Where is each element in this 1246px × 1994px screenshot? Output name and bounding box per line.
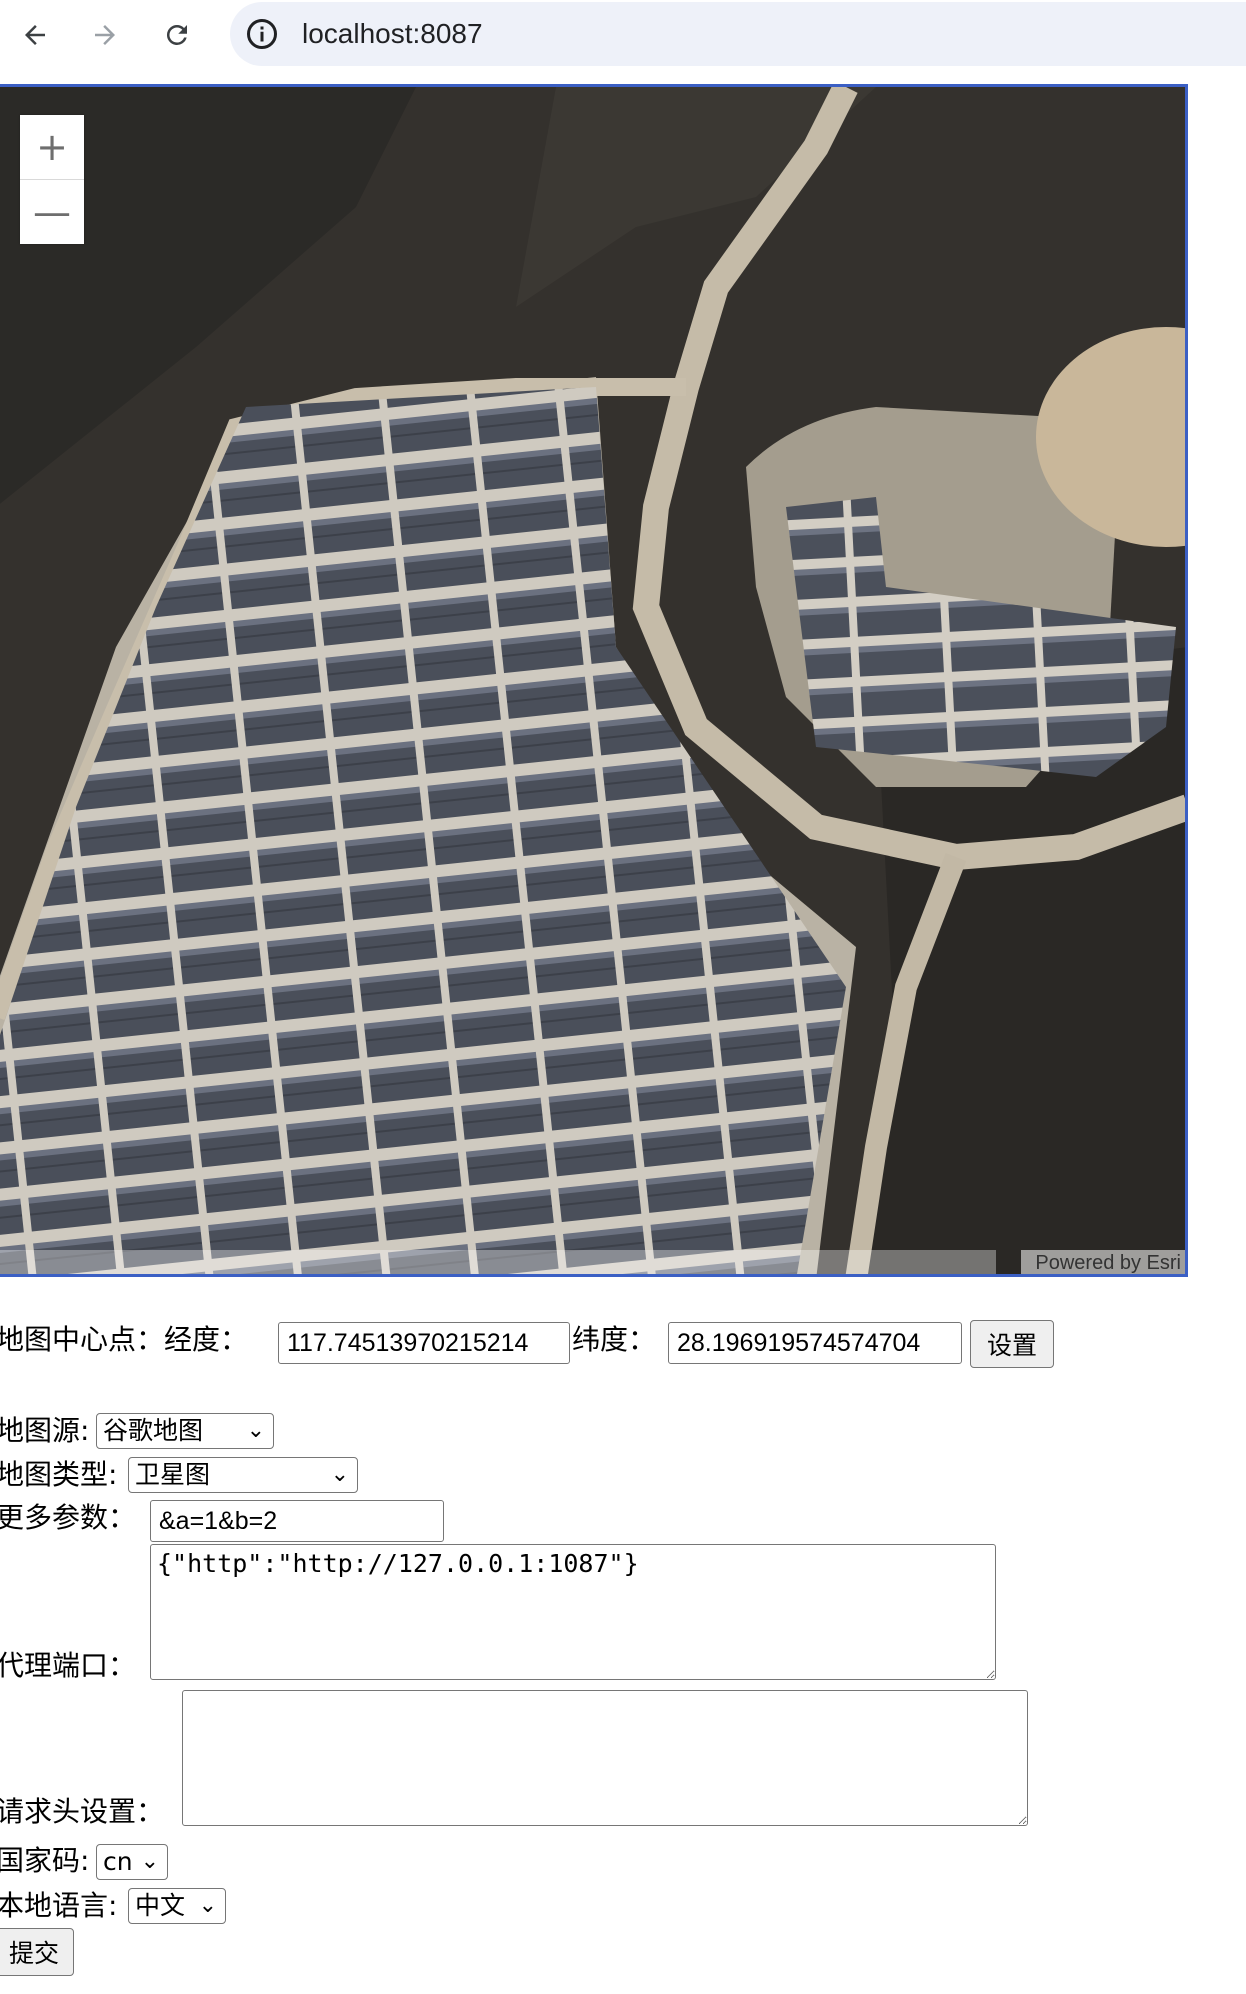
zoom-control: + — — [20, 115, 84, 244]
attribution-strip — [0, 1250, 996, 1274]
satellite-imagery — [0, 87, 1185, 1274]
forward-button[interactable] — [80, 10, 130, 60]
info-icon[interactable] — [244, 16, 280, 52]
map-source-value: 谷歌地图 — [103, 1416, 204, 1445]
set-center-button[interactable]: 设置 — [970, 1320, 1054, 1368]
address-bar[interactable]: localhost:8087 — [230, 2, 1246, 66]
map-type-select[interactable]: 卫星图 ⌄ — [128, 1457, 358, 1493]
language-value: 中文 — [135, 1891, 186, 1920]
headers-textarea[interactable] — [182, 1690, 1028, 1826]
country-label: 国家码: — [0, 1844, 90, 1877]
map-source-select[interactable]: 谷歌地图 ⌄ — [96, 1413, 274, 1449]
longitude-input[interactable] — [278, 1322, 570, 1364]
latitude-input[interactable] — [668, 1322, 962, 1364]
url-text: localhost:8087 — [302, 18, 483, 49]
chevron-down-icon: ⌄ — [140, 1849, 159, 1874]
map-source-label: 地图源: — [0, 1414, 90, 1447]
map-type-label: 地图类型: — [0, 1458, 118, 1491]
proxy-textarea[interactable]: {"http":"http://127.0.0.1:1087"} — [150, 1544, 996, 1680]
country-select[interactable]: cn ⌄ — [96, 1844, 168, 1880]
params-label: 更多参数： — [0, 1501, 137, 1534]
chevron-down-icon: ⌄ — [330, 1462, 349, 1487]
headers-label: 请求头设置： — [0, 1795, 165, 1828]
map-view[interactable]: + — Powered by Esri — [0, 84, 1188, 1277]
country-value: cn — [103, 1847, 133, 1876]
arrow-left-icon — [25, 25, 45, 45]
language-label: 本地语言: — [0, 1889, 118, 1922]
proxy-label: 代理端口： — [0, 1649, 137, 1682]
reload-button[interactable] — [152, 10, 202, 60]
chevron-down-icon: ⌄ — [246, 1418, 265, 1443]
arrow-right-icon — [95, 25, 115, 45]
submit-button[interactable]: 提交 — [0, 1928, 74, 1976]
reload-icon — [166, 24, 187, 45]
zoom-in-button[interactable]: + — [20, 115, 84, 179]
latitude-label: 纬度： — [572, 1323, 657, 1356]
chevron-down-icon: ⌄ — [198, 1893, 217, 1918]
map-attribution: Powered by Esri — [1021, 1250, 1185, 1274]
back-button[interactable] — [10, 10, 60, 60]
zoom-out-button[interactable]: — — [20, 179, 84, 244]
params-input[interactable] — [150, 1500, 444, 1542]
browser-toolbar: localhost:8087 — [0, 0, 1246, 68]
language-select[interactable]: 中文 ⌄ — [128, 1888, 226, 1924]
center-label: 地图中心点：经度： — [0, 1323, 249, 1356]
map-type-value: 卫星图 — [135, 1460, 211, 1489]
